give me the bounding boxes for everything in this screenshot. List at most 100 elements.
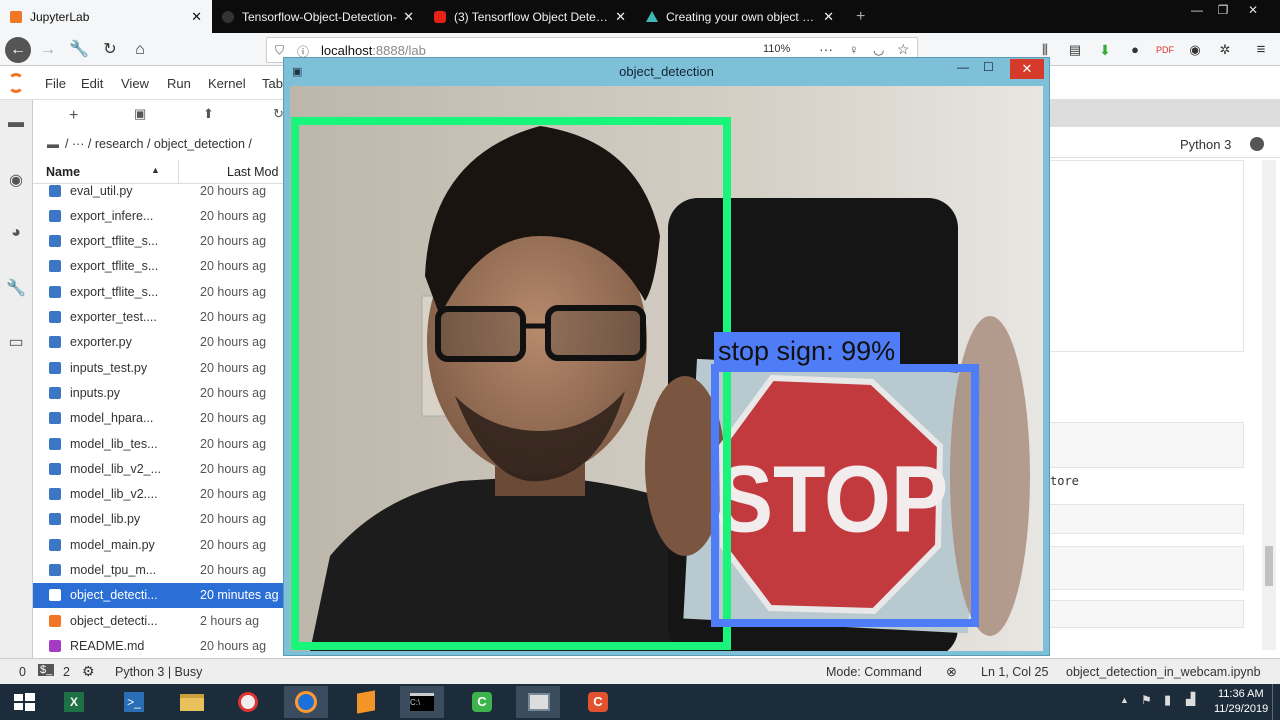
close-icon[interactable]: ✕ — [823, 9, 834, 25]
clock-time[interactable]: 11:36 AM — [1218, 688, 1264, 700]
close-icon[interactable]: ✕ — [191, 9, 202, 25]
pin-icon[interactable]: ♀ — [849, 42, 859, 57]
battery-icon[interactable]: ▮ — [1164, 692, 1171, 708]
file-list-item[interactable]: README.md 20 hours ag — [33, 633, 285, 658]
chevron-up-icon[interactable]: ▲ — [1120, 695, 1129, 705]
command-prompt-icon[interactable]: C:\ — [400, 686, 444, 718]
file-explorer-icon[interactable] — [170, 686, 214, 718]
close-icon[interactable]: ✕ — [403, 9, 414, 25]
flag-icon[interactable]: ⚑ — [1141, 693, 1152, 707]
tabs-icon[interactable]: ▭ — [6, 332, 26, 352]
folder-icon[interactable]: ▬ — [6, 114, 26, 134]
bookmark-star-icon[interactable]: ☆ — [897, 41, 910, 58]
file-list-item[interactable]: model_lib_tes... 20 hours ag — [33, 431, 285, 456]
code-cell[interactable] — [1048, 600, 1244, 628]
paint-icon[interactable] — [226, 686, 270, 718]
mode-indicator[interactable]: Mode: Command — [826, 665, 922, 679]
close-icon[interactable]: ✕ — [1010, 59, 1044, 79]
reload-button[interactable]: ↻ — [97, 37, 123, 63]
close-window-button[interactable]: ✕ — [1238, 0, 1268, 22]
code-cell[interactable] — [1048, 422, 1244, 468]
kernel-status[interactable]: Python 3 | Busy — [115, 665, 202, 679]
download-icon[interactable]: ⬇ — [1092, 37, 1118, 63]
extension-icon[interactable]: ✲ — [1212, 37, 1238, 63]
file-list-item[interactable]: model_lib.py 20 hours ag — [33, 507, 285, 532]
powershell-icon[interactable]: >_ — [112, 686, 156, 718]
tab-object-detection-article[interactable]: Creating your own object dete ✕ — [636, 0, 844, 33]
pdf-icon[interactable]: PDF — [1152, 37, 1178, 63]
file-list-item[interactable]: export_tflite_s... 20 hours ag — [33, 229, 285, 254]
minimize-icon[interactable]: — — [957, 60, 969, 74]
wifi-signal-icon[interactable]: ▟ — [1186, 692, 1195, 706]
column-last-modified[interactable]: Last Mod — [227, 165, 278, 179]
file-list-item[interactable]: model_main.py 20 hours ag — [33, 532, 285, 557]
file-list-item[interactable]: model_hpara... 20 hours ag — [33, 406, 285, 431]
account-icon[interactable]: ◉ — [1182, 37, 1208, 63]
file-list-item[interactable]: export_tflite_s... 20 hours ag — [33, 279, 285, 304]
file-list-item[interactable]: exporter_test.... 20 hours ag — [33, 305, 285, 330]
zoom-level[interactable]: 110% — [763, 43, 790, 55]
tab-jupyterlab[interactable]: JupyterLab ✕ — [0, 0, 212, 33]
breadcrumb-path[interactable]: / ··· / research / object_detection / — [65, 137, 252, 151]
new-tab-button[interactable]: + — [846, 0, 870, 33]
windows-start-icon[interactable] — [2, 686, 46, 718]
file-list-item[interactable]: model_lib_v2_... 20 hours ag — [33, 456, 285, 481]
firefox-icon[interactable] — [284, 686, 328, 718]
file-list-item[interactable]: object_detecti... 2 hours ag — [33, 608, 285, 633]
maximize-window-button[interactable]: ❐ — [1208, 0, 1238, 22]
menu-file[interactable]: File — [45, 76, 66, 91]
menu-tabs[interactable]: Tab — [262, 76, 283, 91]
home-icon[interactable]: ⌂ — [127, 37, 153, 63]
menu-edit[interactable]: Edit — [81, 76, 103, 91]
kernel-name[interactable]: Python 3 — [1180, 137, 1231, 152]
shield-icon[interactable]: ⛉ — [275, 43, 284, 58]
excel-icon[interactable]: X — [52, 686, 96, 718]
file-list-item[interactable]: inputs_test.py 20 hours ag — [33, 355, 285, 380]
new-folder-button[interactable]: ▣ — [134, 106, 146, 122]
file-list-item[interactable]: exporter.py 20 hours ag — [33, 330, 285, 355]
python-window-icon[interactable] — [516, 686, 560, 718]
upload-button[interactable]: ⬆ — [203, 106, 214, 122]
file-list-item[interactable]: inputs.py 20 hours ag — [33, 380, 285, 405]
folder-icon[interactable]: ▬ — [47, 137, 59, 151]
menu-view[interactable]: View — [121, 76, 149, 91]
wrench-icon[interactable]: 🔧 — [66, 37, 92, 63]
camtasia-icon[interactable]: C — [460, 686, 504, 718]
file-list-item[interactable]: object_detecti... 20 minutes ag — [33, 582, 285, 608]
code-cell[interactable] — [1048, 504, 1244, 534]
notebook-scrollbar[interactable] — [1262, 160, 1276, 650]
sidebar-icon[interactable]: ▤ — [1062, 37, 1088, 63]
code-cell[interactable] — [1048, 546, 1244, 590]
back-button[interactable]: ← — [5, 37, 31, 63]
file-list-item[interactable]: export_infere... 20 hours ag — [33, 203, 285, 228]
wrench-icon[interactable]: 🔧 — [6, 278, 26, 298]
forward-button[interactable]: → — [35, 37, 61, 63]
clock-date[interactable]: 11/29/2019 — [1214, 703, 1268, 715]
close-icon[interactable]: ✕ — [615, 9, 626, 25]
tab-github[interactable]: Tensorflow-Object-Detection- ✕ — [212, 0, 424, 33]
camtasia-recorder-icon[interactable]: C — [576, 686, 620, 718]
sublime-text-icon[interactable] — [344, 686, 388, 718]
opencv-window[interactable]: ▣ object_detection — ☐ ✕ STOP stop sign:… — [283, 57, 1050, 656]
more-icon[interactable]: ··· — [819, 41, 833, 57]
hamburger-menu-icon[interactable]: ≡ — [1248, 37, 1274, 63]
menu-kernel[interactable]: Kernel — [208, 76, 246, 91]
file-list-item[interactable]: model_lib_v2.... 20 hours ag — [33, 482, 285, 507]
code-cell[interactable] — [1048, 160, 1244, 352]
new-launcher-button[interactable]: + — [69, 107, 78, 125]
show-desktop-button[interactable] — [1272, 684, 1280, 720]
menu-run[interactable]: Run — [167, 76, 191, 91]
file-list-item[interactable]: eval_util.py 20 hours ag — [33, 178, 285, 203]
running-sessions-icon[interactable]: ◉ — [6, 170, 26, 190]
scrollbar-thumb[interactable] — [1265, 546, 1273, 586]
tab-youtube[interactable]: (3) Tensorflow Object Detectio ✕ — [424, 0, 636, 33]
palette-icon[interactable]: ◕ — [6, 224, 26, 244]
no-trust-icon[interactable]: ⊗ — [946, 664, 957, 680]
pocket-icon[interactable]: ◡ — [873, 42, 884, 58]
cursor-position[interactable]: Ln 1, Col 25 — [981, 665, 1048, 679]
column-name[interactable]: Name — [46, 165, 80, 179]
status-count[interactable]: 0 — [19, 665, 26, 679]
terminal-count[interactable]: 2 — [63, 665, 70, 679]
file-list-item[interactable]: model_tpu_m... 20 hours ag — [33, 558, 285, 583]
maximize-icon[interactable]: ☐ — [983, 60, 994, 74]
